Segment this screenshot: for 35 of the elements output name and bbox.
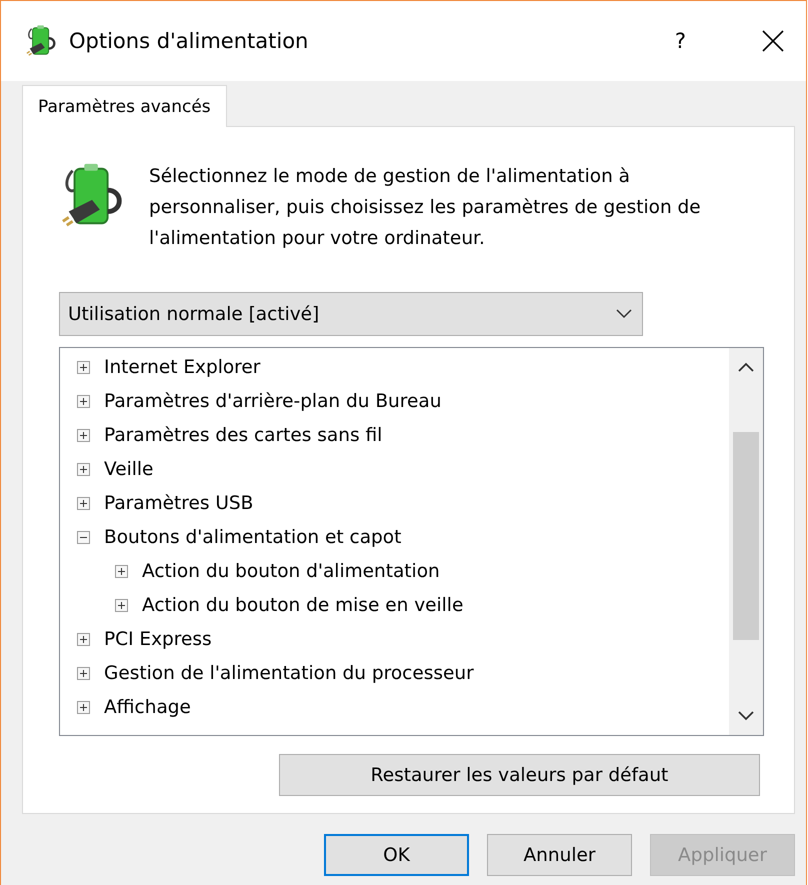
scroll-up-icon[interactable] <box>738 362 754 372</box>
tree-item[interactable]: Boutons d'alimentation et capot <box>104 526 402 548</box>
expand-icon[interactable] <box>77 700 90 714</box>
tree-item[interactable]: Paramètres USB <box>104 492 254 514</box>
tree-item[interactable]: Paramètres des cartes sans fil <box>104 424 382 446</box>
tree-item[interactable]: Paramètres d'arrière-plan du Bureau <box>104 390 442 412</box>
dialog-button[interactable]: OK <box>324 834 469 876</box>
restore-defaults-button[interactable]: Restaurer les valeurs par défaut <box>279 754 760 796</box>
tree-item[interactable]: Veille <box>104 458 154 480</box>
window-title: Options d'alimentation <box>69 29 310 53</box>
expand-icon[interactable] <box>77 428 90 442</box>
tree-item[interactable]: Internet Explorer <box>104 356 260 378</box>
tree-item[interactable]: Action du bouton de mise en veille <box>142 594 464 616</box>
scrollbar[interactable] <box>729 348 763 735</box>
help-button[interactable]: ? <box>664 29 696 53</box>
expand-icon[interactable] <box>77 462 90 476</box>
tree-item[interactable]: PCI Express <box>104 628 212 650</box>
collapse-icon[interactable] <box>77 530 90 544</box>
tree-item[interactable]: Action du bouton d'alimentation <box>142 560 440 582</box>
expand-icon[interactable] <box>77 496 90 510</box>
tree-item[interactable]: Gestion de l'alimentation du processeur <box>104 662 474 684</box>
tree-item[interactable]: Affichage <box>104 696 191 718</box>
plan-dropdown[interactable]: Utilisation normale [activé] <box>59 292 643 336</box>
expand-icon[interactable] <box>77 666 90 680</box>
expand-icon[interactable] <box>115 564 128 578</box>
tab[interactable]: Paramètres avancés <box>22 85 227 127</box>
expand-icon[interactable] <box>77 632 90 646</box>
scroll-thumb[interactable] <box>733 432 759 640</box>
dialog-button[interactable]: Annuler <box>487 834 632 876</box>
expand-icon[interactable] <box>77 360 90 374</box>
expand-icon[interactable] <box>115 598 128 612</box>
expand-icon[interactable] <box>77 394 90 408</box>
scroll-down-icon[interactable] <box>738 711 754 721</box>
chevron-down-icon <box>616 309 632 319</box>
intro-text: Sélectionnez le mode de gestion de l'alimentation à personnaliser, puis choisissez les paramètres de gestion de l'alimentation pour votre ordinateur. <box>149 165 702 251</box>
